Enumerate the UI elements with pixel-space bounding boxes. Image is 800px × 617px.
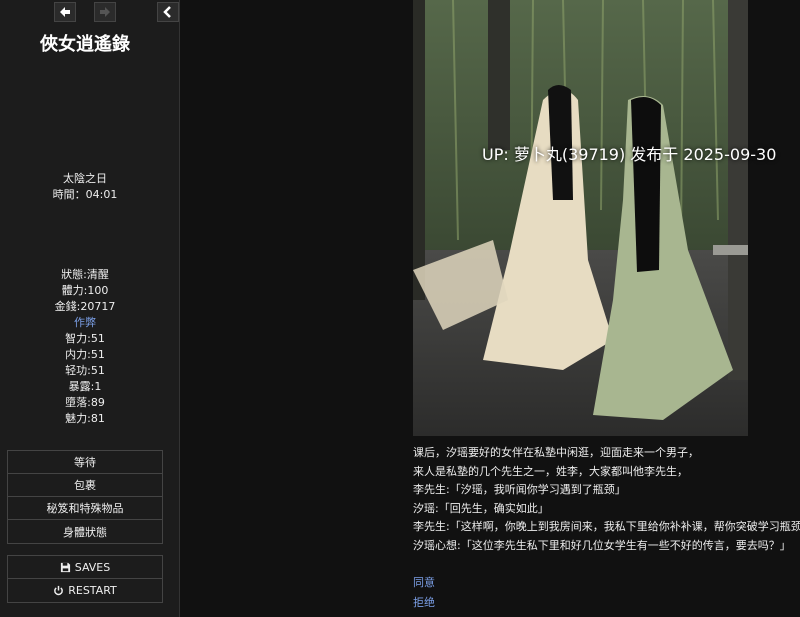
story-line: 李先生:「这样啊，你晚上到我房间来，我私下里给你补补课，帮你突破学习瓶颈」 — [413, 520, 800, 533]
time-label: 時間：04:01 — [52, 188, 118, 201]
floppy-disk-icon — [60, 562, 70, 572]
arrow-right-icon — [100, 7, 110, 17]
stat-depravity: 墮落:89 — [65, 396, 105, 409]
upload-info: UP: 萝卜丸(39719) 发布于 2025-09-30 — [482, 145, 777, 164]
story-text: 课后，汐瑶要好的女伴在私塾中闲逛，迎面走来一个男子， 来人是私塾的几个先生之一，… — [413, 444, 800, 555]
saves-label: SAVES — [74, 560, 111, 574]
menu-secret-items[interactable]: 秘笈和特殊物品 — [8, 497, 162, 520]
power-icon — [54, 585, 64, 596]
stat-intelligence: 智力:51 — [65, 332, 105, 345]
story-line: 课后，汐瑶要好的女伴在私塾中闲逛，迎面走来一个男子， — [413, 446, 699, 459]
stats-block: 狀態:清醒 體力:100 金錢:20717 作弊 智力:51 内力:51 轻功:… — [0, 267, 170, 427]
stat-inner-power: 内力:51 — [65, 348, 105, 361]
forward-button[interactable] — [94, 2, 116, 22]
stat-money: 金錢:20717 — [54, 300, 116, 313]
action-menu: 等待 包裹 秘笈和特殊物品 身體狀態 — [7, 450, 163, 544]
stat-stamina: 體力:100 — [61, 284, 109, 297]
back-button[interactable] — [54, 2, 76, 22]
system-menu: SAVES RESTART — [7, 555, 163, 603]
time-block: 太陰之日 時間：04:01 — [0, 171, 170, 203]
story-title: 俠女逍遙錄 — [40, 34, 130, 55]
choice-agree[interactable]: 同意 — [413, 574, 435, 590]
story-line: 李先生:「汐瑶，我听闻你学习遇到了瓶颈」 — [413, 483, 626, 496]
menu-wait[interactable]: 等待 — [8, 451, 162, 474]
menu-body-status[interactable]: 身體狀態 — [8, 520, 162, 543]
scene-image — [413, 0, 748, 436]
day-label: 太陰之日 — [63, 172, 107, 185]
stat-exposure: 暴露:1 — [68, 380, 102, 393]
stat-qinggong: 轻功:51 — [65, 364, 105, 377]
story-line: 汐瑶心想:「这位李先生私下里和好几位女学生有一些不好的传言，要去吗？」 — [413, 538, 791, 552]
menu-inventory[interactable]: 包裹 — [8, 474, 162, 497]
restart-button[interactable]: RESTART — [8, 579, 162, 602]
arrow-left-icon — [60, 7, 70, 17]
story-line: 汐瑶:「回先生，确实如此」 — [413, 501, 549, 515]
stat-state: 狀態:清醒 — [61, 268, 109, 281]
collapse-sidebar-button[interactable] — [157, 2, 179, 22]
scene-illustration — [413, 0, 748, 436]
choice-refuse[interactable]: 拒绝 — [413, 594, 435, 610]
story-line: 来人是私塾的几个先生之一，姓李，大家都叫他李先生， — [413, 464, 688, 478]
cheat-link[interactable]: 作弊 — [0, 315, 170, 331]
stat-charm: 魅力:81 — [65, 412, 105, 425]
chevron-left-icon — [163, 6, 171, 18]
restart-label: RESTART — [68, 584, 117, 597]
saves-button[interactable]: SAVES — [8, 556, 162, 579]
sidebar: 俠女逍遙錄 太陰之日 時間：04:01 狀態:清醒 體力:100 金錢:2071… — [0, 0, 180, 617]
